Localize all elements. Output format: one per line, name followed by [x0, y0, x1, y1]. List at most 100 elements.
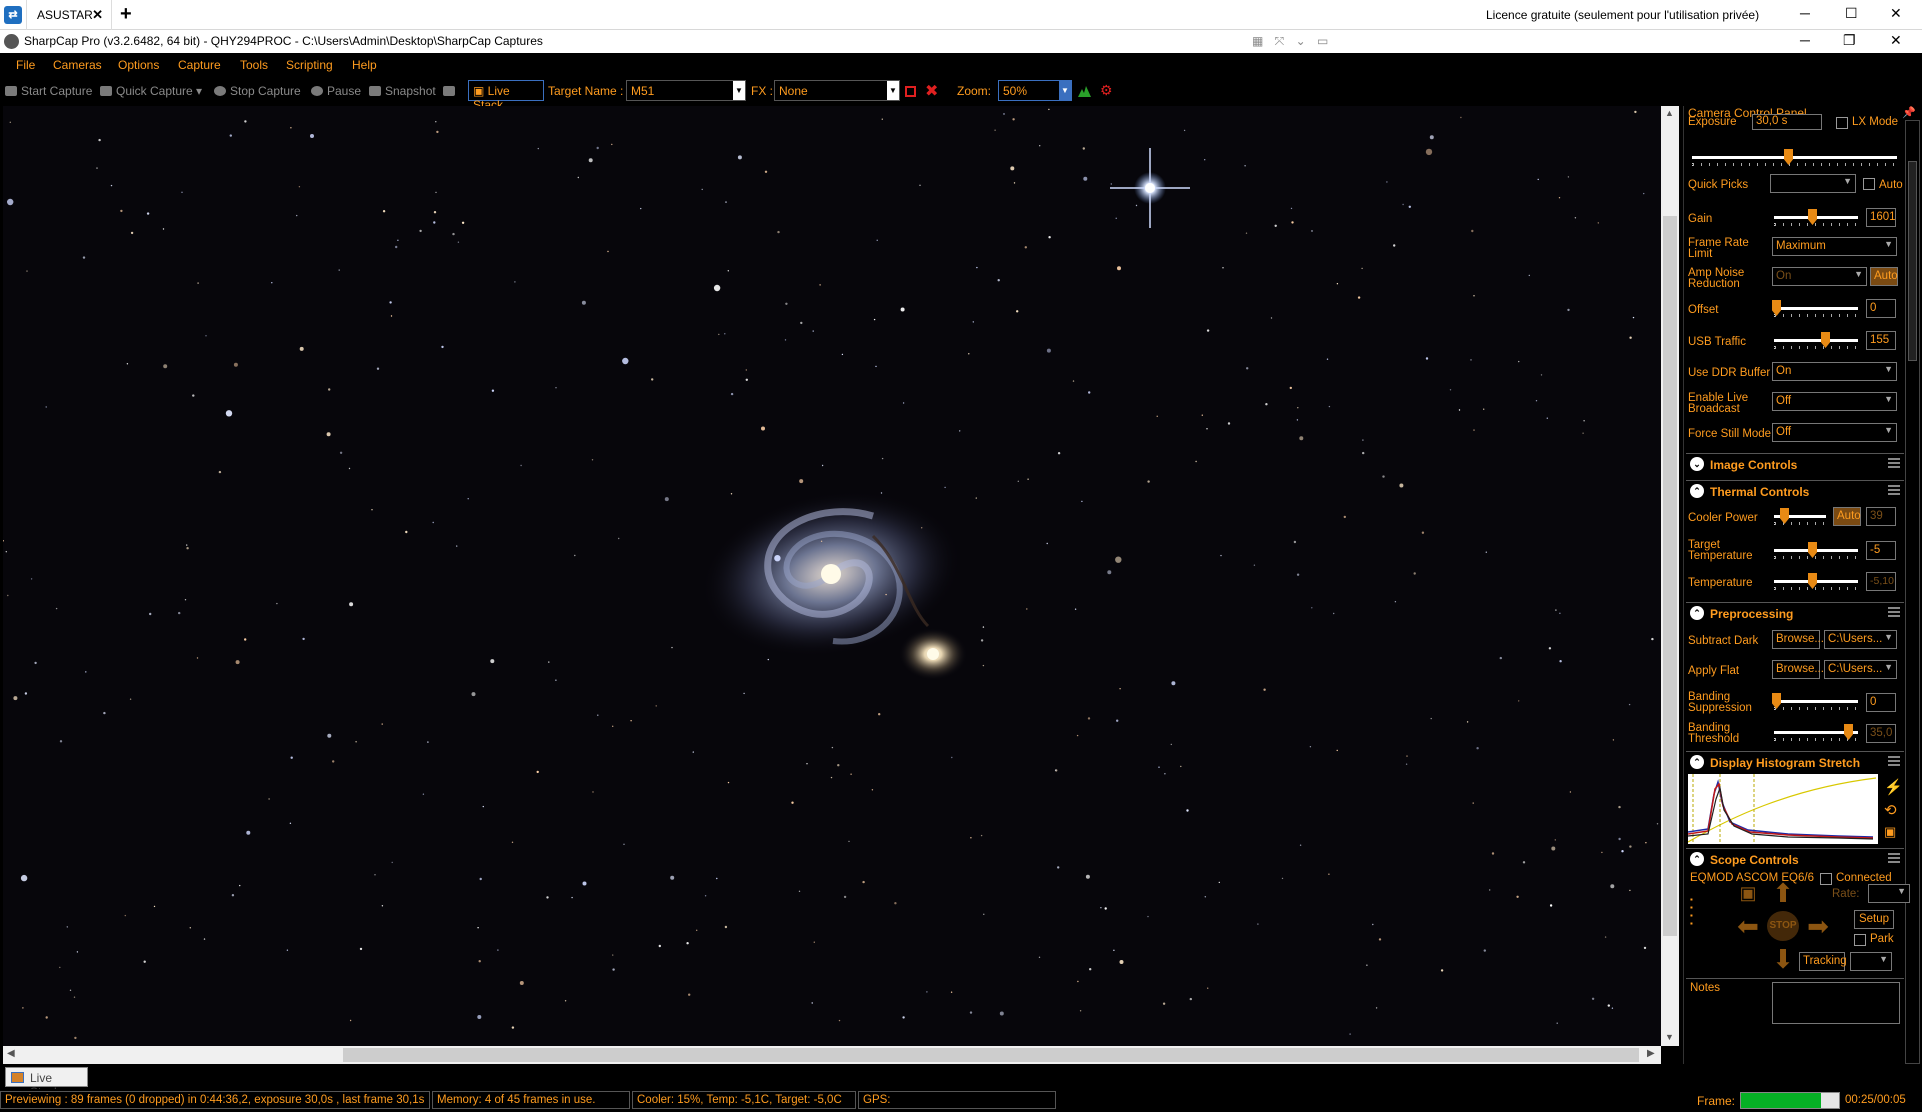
menu-icon[interactable] — [1888, 607, 1900, 617]
scroll-left-icon[interactable]: ◀ — [7, 1048, 15, 1059]
scroll-up-icon[interactable]: ▲ — [1665, 108, 1674, 118]
reset-icon[interactable]: ⟲ — [1884, 801, 1897, 819]
new-tab-icon[interactable]: + — [120, 3, 132, 26]
focus-icon[interactable]: ⚙ — [1100, 82, 1113, 99]
cooler-auto-button[interactable]: Auto — [1833, 507, 1861, 526]
subtract-dark-browse-button[interactable]: Browse... — [1772, 630, 1824, 649]
target-temperature-input[interactable]: -5 — [1866, 541, 1896, 560]
histogram-graph[interactable] — [1688, 774, 1878, 844]
menu-file[interactable]: File — [16, 58, 35, 72]
apply-flat-select[interactable]: C:\Users... ▼ — [1824, 660, 1897, 679]
park-checkbox[interactable] — [1854, 934, 1866, 946]
histogram-stretch-header[interactable]: ⌃ Display Histogram Stretch — [1686, 751, 1904, 772]
chevron-down-icon[interactable]: ▼ — [733, 81, 745, 100]
remote-app-icon[interactable]: ⇄ — [4, 6, 22, 24]
maximize-icon[interactable]: ☐ — [1845, 5, 1858, 22]
horizontal-scroll-thumb[interactable] — [343, 1048, 1639, 1062]
apply-flat-browse-button[interactable]: Browse... — [1772, 660, 1824, 679]
histogram-icon[interactable] — [1078, 84, 1091, 97]
stop-capture-button[interactable]: Stop Capture — [214, 84, 301, 98]
banding-suppression-input[interactable]: 0 — [1866, 693, 1896, 712]
scroll-right-icon[interactable]: ▶ — [1647, 1048, 1655, 1059]
display-icon[interactable] — [443, 84, 459, 98]
collapse-icon[interactable]: ⌃ — [1690, 484, 1704, 498]
exposure-slider[interactable] — [1692, 149, 1897, 167]
menu-icon[interactable] — [1888, 853, 1900, 863]
live-stack-tab[interactable]: Live Stack — [5, 1067, 88, 1099]
banding-suppression-slider[interactable] — [1772, 693, 1858, 711]
menu-tools[interactable]: Tools — [240, 58, 268, 72]
force-still-select[interactable]: Off ▼ — [1772, 423, 1897, 442]
target-name-input[interactable]: M51 ▼ — [626, 80, 746, 101]
vertical-scrollbar[interactable]: ▲ ▼ — [1661, 106, 1679, 1046]
panel-scrollbar[interactable] — [1905, 120, 1920, 1064]
frame-rate-select[interactable]: Maximum ▼ — [1772, 237, 1897, 256]
setup-button[interactable]: Setup — [1854, 910, 1894, 929]
arrow-left-icon[interactable]: ⬅ — [1732, 911, 1764, 941]
app-close-icon[interactable]: ✕ — [1890, 32, 1902, 49]
menu-icon[interactable] — [1888, 485, 1900, 495]
start-capture-button[interactable]: Start Capture — [5, 84, 92, 98]
collapse-icon[interactable]: ⌃ — [1690, 852, 1704, 866]
menu-cameras[interactable]: Cameras — [53, 58, 102, 72]
offset-input[interactable]: 0 — [1866, 299, 1896, 318]
thermal-controls-header[interactable]: ⌃ Thermal Controls — [1686, 480, 1904, 501]
fx-select[interactable]: None ▼ — [774, 80, 900, 101]
gain-input[interactable]: 1601 — [1866, 208, 1896, 227]
collapse-icon[interactable]: ⌃ — [1690, 606, 1704, 620]
crosshair-icon[interactable]: ✖ — [925, 81, 938, 101]
pause-button[interactable]: Pause — [311, 84, 361, 98]
cooler-power-slider[interactable] — [1774, 508, 1826, 526]
rate-select[interactable]: ▼ — [1868, 884, 1910, 903]
amp-noise-select[interactable]: On ▼ — [1772, 267, 1867, 286]
chevron-down-icon[interactable]: ▼ — [887, 81, 899, 100]
subtract-dark-select[interactable]: C:\Users... ▼ — [1824, 630, 1897, 649]
preprocessing-header[interactable]: ⌃ Preprocessing — [1686, 602, 1904, 623]
pin-icon[interactable]: 📌 — [1902, 106, 1916, 119]
scope-stop-button[interactable]: STOP — [1767, 911, 1799, 941]
banding-threshold-slider[interactable] — [1774, 724, 1858, 742]
reticle-icon[interactable] — [905, 86, 916, 97]
quick-capture-button[interactable]: Quick Capture ▾ — [100, 84, 202, 98]
image-controls-header[interactable]: ⌄ Image Controls — [1686, 453, 1904, 474]
remote-toolbar-icons[interactable]: ▦ ⤧ ⌄ ▭ — [1252, 34, 1332, 49]
usb-traffic-input[interactable]: 155 — [1866, 331, 1896, 350]
minimize-icon[interactable]: ─ — [1800, 5, 1810, 21]
vertical-scroll-thumb[interactable] — [1663, 216, 1677, 936]
ddr-buffer-select[interactable]: On ▼ — [1772, 362, 1897, 381]
gain-slider[interactable] — [1774, 209, 1858, 227]
tracking-select[interactable]: ▼ — [1850, 952, 1892, 971]
usb-traffic-slider[interactable] — [1774, 332, 1858, 350]
quick-picks-auto-checkbox[interactable] — [1863, 178, 1875, 190]
collapse-icon[interactable]: ⌃ — [1690, 755, 1704, 769]
scroll-down-icon[interactable]: ▼ — [1665, 1032, 1674, 1042]
live-broadcast-select[interactable]: Off ▼ — [1772, 392, 1897, 411]
expand-icon[interactable]: ⌄ — [1690, 457, 1704, 471]
menu-icon[interactable] — [1888, 458, 1900, 468]
arrow-right-icon[interactable]: ➡ — [1802, 911, 1834, 941]
panel-scroll-thumb[interactable] — [1908, 161, 1917, 361]
menu-options[interactable]: Options — [118, 58, 159, 72]
menu-capture[interactable]: Capture — [178, 58, 221, 72]
target-temperature-slider[interactable] — [1774, 542, 1858, 560]
menu-scripting[interactable]: Scripting — [286, 58, 333, 72]
live-stack-button[interactable]: ▣ Live Stack — [468, 80, 544, 112]
remote-session-tab[interactable]: ASUSTAR ✕ — [26, 0, 112, 30]
banding-threshold-input[interactable]: 35,0 — [1866, 724, 1896, 743]
close-tab-icon[interactable]: ✕ — [92, 0, 103, 30]
image-viewer[interactable] — [3, 106, 1661, 1046]
cooler-power-input[interactable]: 39 — [1866, 507, 1896, 526]
exposure-input[interactable]: 30,0 s — [1752, 114, 1822, 130]
offset-slider[interactable] — [1772, 300, 1858, 318]
menu-help[interactable]: Help — [352, 58, 377, 72]
save-icon[interactable]: ▣ — [1884, 824, 1896, 840]
chevron-down-icon[interactable]: ▼ — [1059, 81, 1071, 100]
lightning-icon[interactable]: ⚡ — [1884, 778, 1903, 796]
app-restore-icon[interactable]: ❐ — [1843, 32, 1856, 49]
menu-icon[interactable] — [1888, 756, 1900, 766]
lx-mode-checkbox[interactable] — [1836, 117, 1848, 129]
scope-controls-header[interactable]: ⌃ Scope Controls — [1686, 848, 1904, 869]
app-minimize-icon[interactable]: ─ — [1800, 32, 1810, 48]
horizontal-scrollbar[interactable]: ◀ ▶ — [3, 1046, 1661, 1064]
quick-picks-select[interactable]: ▼ — [1770, 174, 1856, 193]
